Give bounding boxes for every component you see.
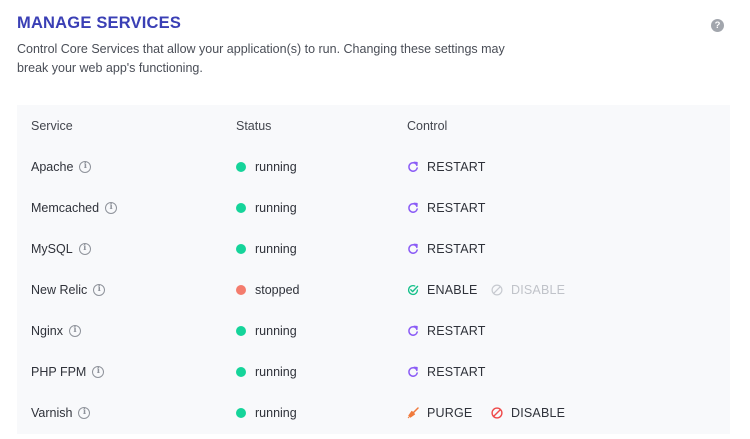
disable-button: DISABLE <box>491 283 565 297</box>
restart-label: RESTART <box>427 200 486 215</box>
restart-button[interactable]: RESTART <box>407 242 486 256</box>
info-icon[interactable]: i <box>92 365 105 378</box>
status-text: running <box>255 323 297 338</box>
column-header-control: Control <box>407 118 448 133</box>
enable-label: ENABLE <box>427 282 478 297</box>
column-header-status: Status <box>236 118 272 133</box>
purge-label: PURGE <box>427 405 473 420</box>
disable-icon <box>491 283 503 296</box>
status-text: running <box>255 364 297 379</box>
column-header-service: Service <box>31 118 73 133</box>
service-name: Varnish <box>31 405 73 420</box>
table-row: New Relic i stopped ENABLE DISABLE <box>17 269 730 310</box>
restart-icon <box>407 366 419 378</box>
info-icon[interactable]: i <box>68 324 81 337</box>
status-indicator: running <box>236 351 297 392</box>
status-indicator: running <box>236 310 297 351</box>
disable-label: DISABLE <box>511 405 566 420</box>
status-dot <box>236 161 246 172</box>
status-dot <box>236 407 246 418</box>
page-title: MANAGE SERVICES <box>17 14 182 32</box>
service-name: MySQL <box>31 241 73 256</box>
status-text: running <box>255 159 297 174</box>
table-row: Apache i running RESTART <box>17 146 730 187</box>
table-header-row: Service Status Control <box>17 105 730 146</box>
service-name: Memcached <box>31 200 100 215</box>
status-dot <box>236 325 246 336</box>
status-text: running <box>255 405 297 420</box>
purge-button[interactable]: PURGE <box>407 406 472 420</box>
status-dot <box>236 284 246 295</box>
restart-label: RESTART <box>427 159 486 174</box>
table-row: Varnish i running PURGE DISABLE <box>17 392 730 433</box>
services-table: Service Status Control Apache i running … <box>17 105 730 434</box>
disable-button[interactable]: DISABLE <box>491 406 565 420</box>
service-name: Nginx <box>31 323 63 338</box>
info-icon[interactable]: i <box>78 406 91 419</box>
info-icon[interactable]: i <box>79 160 92 173</box>
restart-icon <box>407 243 419 255</box>
restart-button[interactable]: RESTART <box>407 365 486 379</box>
page-description: Control Core Services that allow your ap… <box>17 42 505 75</box>
service-name: New Relic <box>31 282 88 297</box>
status-indicator: running <box>236 146 297 187</box>
info-icon[interactable]: i <box>78 242 91 255</box>
restart-label: RESTART <box>427 323 486 338</box>
broom-icon <box>407 406 419 419</box>
restart-button[interactable]: RESTART <box>407 160 486 174</box>
status-dot <box>236 202 246 213</box>
service-name: PHP FPM <box>31 364 87 379</box>
status-text: running <box>255 241 297 256</box>
status-indicator: stopped <box>236 269 299 310</box>
restart-icon <box>407 325 419 337</box>
restart-icon <box>407 161 419 173</box>
status-text: stopped <box>255 282 300 297</box>
restart-button[interactable]: RESTART <box>407 324 486 338</box>
restart-icon <box>407 202 419 214</box>
restart-label: RESTART <box>427 241 486 256</box>
table-row: PHP FPM i running RESTART <box>17 351 730 392</box>
help-icon[interactable]: ? <box>711 19 724 32</box>
status-indicator: running <box>236 187 297 228</box>
table-row: MySQL i running RESTART <box>17 228 730 269</box>
table-row: Nginx i running RESTART <box>17 310 730 351</box>
service-name: Apache <box>31 159 74 174</box>
status-dot <box>236 366 246 377</box>
enable-button[interactable]: ENABLE <box>407 283 478 297</box>
status-text: running <box>255 200 297 215</box>
check-icon <box>407 284 419 296</box>
table-row: Memcached i running RESTART <box>17 187 730 228</box>
disable-label: DISABLE <box>511 282 566 297</box>
status-dot <box>236 243 246 254</box>
disable-icon <box>491 406 503 419</box>
restart-label: RESTART <box>427 364 486 379</box>
info-icon[interactable]: i <box>93 283 106 296</box>
info-icon[interactable]: i <box>105 201 118 214</box>
status-indicator: running <box>236 392 297 433</box>
status-indicator: running <box>236 228 297 269</box>
restart-button[interactable]: RESTART <box>407 201 486 215</box>
